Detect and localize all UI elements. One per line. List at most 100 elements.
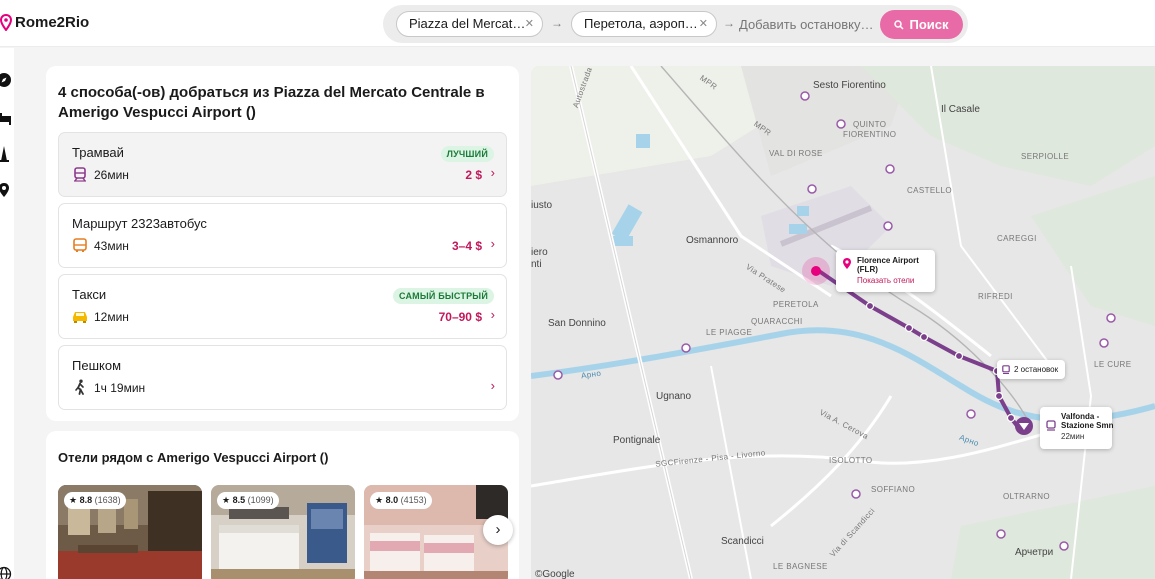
map-label: OLTRARNO (1003, 492, 1051, 501)
bus-icon (73, 238, 87, 252)
best-badge: ЛУЧШИЙ (440, 146, 494, 162)
logo-pin-icon (0, 14, 12, 31)
map-label: LE BAGNESE (773, 562, 828, 571)
station-callout[interactable]: Valfonda - Stazione Smn 22мин (1040, 407, 1114, 449)
logo[interactable]: Rome2Rio (0, 14, 89, 31)
add-stop-input[interactable]: Добавить остановку… (739, 17, 873, 32)
rating-value: 8.8 (79, 495, 93, 505)
close-icon[interactable]: ✕ (699, 12, 708, 36)
chevron-right-icon: › (490, 378, 495, 393)
review-count: (1099) (247, 495, 274, 505)
map-label: CASTELLO (907, 186, 952, 195)
destination-chip[interactable]: Перетола, аэроп… ✕ (571, 11, 717, 37)
map-label: LE PIAGGE (706, 328, 753, 337)
map-label: CAREGGI (997, 234, 1037, 243)
show-hotels-link[interactable]: Показать отели (857, 276, 929, 285)
route-duration: 26мин (94, 168, 129, 182)
origin-text: Piazza del Mercat… (409, 16, 526, 31)
page-title: 4 способа(-ов) добраться из Piazza del M… (58, 84, 485, 121)
route-duration: 1ч 19мин (94, 381, 146, 395)
route-price: 2 $ (465, 168, 482, 182)
top-header: Rome2Rio Piazza del Mercat… ✕ → Перетола… (0, 0, 1155, 47)
map-label: SOFFIANO (871, 485, 916, 494)
taxi-icon (73, 312, 87, 323)
map-canvas (531, 66, 1155, 579)
route-option-walk[interactable]: Пешком 1ч 19мин › (58, 345, 507, 410)
airport-callout[interactable]: Florence Airport (FLR) Показать отели (836, 250, 935, 292)
hotels-title: Отели рядом с Amerigo Vespucci Airport (… (58, 450, 329, 465)
pin-icon (843, 258, 851, 269)
map-label: RIFREDI (978, 292, 1013, 301)
map-label: ISOLOTTO (829, 456, 873, 465)
hotel-card[interactable]: ★ 8.8 (1638) (58, 485, 202, 579)
route-name: Такси (72, 287, 107, 302)
route-map[interactable]: Sesto Fiorentino Il Casale QUINTO FIOREN… (531, 66, 1155, 579)
map-attribution: ©Google (535, 569, 575, 579)
map-label: Pontignale (613, 435, 661, 446)
route-price: 3–4 $ (451, 239, 482, 253)
close-icon[interactable]: ✕ (525, 12, 534, 36)
rating-badge: ★ 8.5 (1099) (217, 492, 279, 509)
tram-icon (1002, 365, 1010, 374)
bed-icon[interactable] (0, 110, 12, 126)
compass-icon[interactable] (0, 72, 12, 88)
arrow-right-icon: → (723, 16, 735, 30)
hotels-panel: Отели рядом с Amerigo Vespucci Airport (… (46, 431, 519, 579)
route-duration: 43мин (94, 239, 129, 253)
tram-icon (74, 167, 86, 182)
airport-name: Florence Airport (FLR) (857, 256, 919, 274)
map-label: VAL DI ROSE (769, 149, 823, 158)
arrow-right-icon: → (551, 16, 563, 30)
chevron-right-icon: › (490, 236, 495, 251)
review-count: (1638) (94, 495, 121, 505)
map-label: SERPIOLLE (1021, 152, 1070, 161)
stops-callout[interactable]: 2 остановок (997, 360, 1065, 379)
route-option-taxi[interactable]: Такси САМЫЙ БЫСТРЫЙ 12мин 70–90 $ › (58, 274, 507, 339)
route-option-tram[interactable]: Трамвай ЛУЧШИЙ 26мин 2 $ › (58, 132, 507, 197)
map-label: LE CURE (1094, 360, 1132, 369)
route-name: Маршрут 2323автобус (72, 216, 207, 231)
review-count: (4153) (400, 495, 427, 505)
map-label: Арчетри (1015, 547, 1054, 558)
map-label: Osmannoro (686, 235, 739, 246)
pin-icon[interactable] (0, 182, 12, 198)
map-label: Il Casale (941, 104, 980, 115)
landmark-icon[interactable] (0, 146, 12, 162)
station-name: Valfonda - Stazione Smn (1061, 412, 1114, 430)
hotel-card[interactable]: ★ 8.5 (1099) (211, 485, 355, 579)
map-label: QUINTO FIORENTINO (843, 120, 897, 139)
station-time: 22мин (1061, 432, 1085, 441)
map-label: San Donnino (548, 318, 606, 329)
search-button-label: Поиск (909, 17, 949, 32)
origin-chip[interactable]: Piazza del Mercat… ✕ (396, 11, 543, 37)
route-price: 70–90 $ (438, 310, 482, 324)
chevron-right-icon[interactable]: › (483, 515, 513, 545)
tram-icon (1046, 420, 1056, 431)
globe-icon[interactable] (0, 566, 12, 579)
map-label: iero nti (531, 247, 548, 270)
rating-badge: ★ 8.8 (1638) (64, 492, 126, 509)
map-label: Scandicci (721, 536, 764, 547)
rating-value: 8.5 (232, 495, 246, 505)
stops-count: 2 остановок (1014, 365, 1059, 374)
rating-badge: ★ 8.0 (4153) (370, 492, 432, 509)
map-label: Ugnano (656, 391, 692, 402)
destination-text: Перетола, аэроп… (584, 16, 698, 31)
route-name: Трамвай (72, 145, 124, 160)
left-rail (0, 48, 14, 579)
search-bar: Piazza del Mercat… ✕ → Перетола, аэроп… … (383, 5, 968, 43)
search-button[interactable]: Поиск (880, 10, 963, 39)
route-option-bus[interactable]: Маршрут 2323автобус 43мин 3–4 $ › (58, 203, 507, 268)
chevron-right-icon: › (490, 165, 495, 180)
route-name: Пешком (72, 358, 122, 373)
map-label: Sesto Fiorentino (813, 80, 886, 91)
search-icon (894, 19, 905, 30)
routes-panel: 4 способа(-ов) добраться из Piazza del M… (46, 66, 519, 421)
chevron-right-icon: › (490, 307, 495, 322)
walk-icon (75, 379, 84, 395)
map-label: iusto (531, 200, 553, 211)
map-label: PERETOLA (773, 300, 819, 309)
rating-value: 8.0 (385, 495, 399, 505)
route-duration: 12мин (94, 310, 129, 324)
logo-text: Rome2Rio (15, 14, 90, 31)
